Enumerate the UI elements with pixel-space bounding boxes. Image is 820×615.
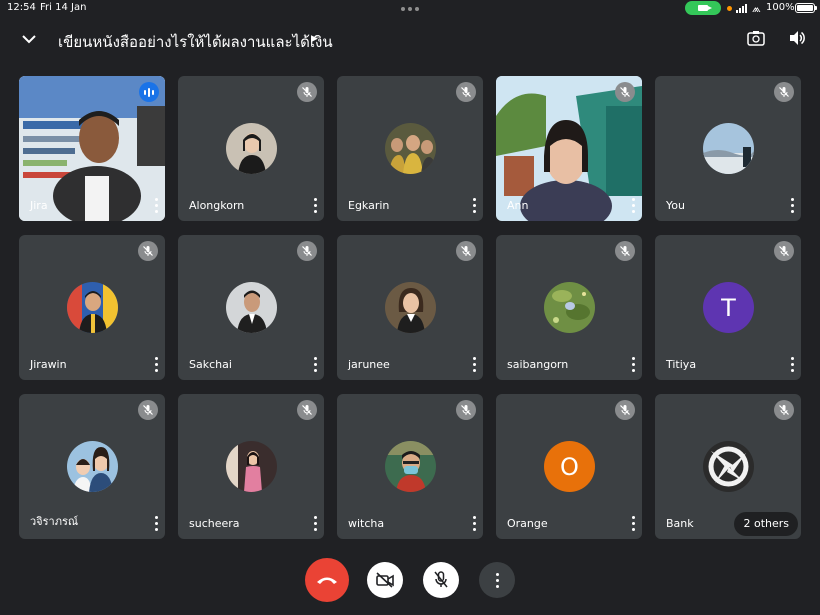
avatar <box>226 441 277 492</box>
participant-tile[interactable]: วจิราภรณ์ <box>19 394 165 539</box>
end-call-icon <box>317 577 337 584</box>
speaker-icon[interactable] <box>787 28 807 48</box>
more-vert-icon[interactable] <box>312 516 318 531</box>
battery-percent: 100% <box>766 2 795 13</box>
mic-off-icon <box>434 571 448 588</box>
status-time: 12:54 <box>7 2 36 13</box>
signal-icon <box>736 3 747 13</box>
camera-off-icon <box>376 572 394 588</box>
participant-name: witcha <box>348 517 385 530</box>
participant-tile[interactable]: Ann <box>496 76 642 221</box>
more-vert-icon[interactable] <box>312 198 318 213</box>
more-vert-icon[interactable] <box>630 516 636 531</box>
avatar-initial: T <box>703 282 754 333</box>
mic-off-icon <box>615 241 635 261</box>
more-vert-icon[interactable] <box>471 357 477 372</box>
battery-icon <box>795 3 817 13</box>
mic-off-icon <box>456 241 476 261</box>
avatar <box>385 441 436 492</box>
more-vert-icon[interactable] <box>471 198 477 213</box>
caret-right-icon[interactable]: ▶ <box>311 34 318 44</box>
wifi-icon: ⩕ <box>752 2 761 15</box>
speaking-indicator-icon <box>139 82 159 102</box>
logo-avatar-icon <box>703 441 754 492</box>
participant-name: Alongkorn <box>189 199 245 212</box>
more-vert-icon[interactable] <box>471 516 477 531</box>
more-vert-icon[interactable] <box>153 357 159 372</box>
participant-tile[interactable]: sucheera <box>178 394 324 539</box>
more-options-button[interactable] <box>479 562 515 598</box>
call-controls <box>0 556 820 604</box>
participant-tile[interactable]: Alongkorn <box>178 76 324 221</box>
participant-name: Orange <box>507 517 548 530</box>
end-call-button[interactable] <box>305 558 349 602</box>
more-vert-icon[interactable] <box>153 516 159 531</box>
mic-off-icon <box>297 241 317 261</box>
chevron-down-icon[interactable] <box>20 30 38 48</box>
mic-toggle-button[interactable] <box>423 562 459 598</box>
more-vert-icon[interactable] <box>789 357 795 372</box>
more-vert-icon[interactable] <box>153 198 159 213</box>
participant-name: Egkarin <box>348 199 390 212</box>
multitasking-dots-icon[interactable] <box>401 7 419 11</box>
participant-name: saibangorn <box>507 358 569 371</box>
participant-tile[interactable]: O Orange <box>496 394 642 539</box>
more-vert-icon[interactable] <box>312 357 318 372</box>
mic-off-icon <box>138 241 158 261</box>
participant-tile[interactable]: witcha <box>337 394 483 539</box>
participant-tile[interactable]: T Titiya <box>655 235 801 380</box>
participant-name: วจิราภรณ์ <box>30 515 79 528</box>
participant-name: Titiya <box>666 358 697 371</box>
more-vert-icon[interactable] <box>630 198 636 213</box>
participant-tile[interactable]: Jira <box>19 76 165 221</box>
avatar <box>385 123 436 174</box>
participant-name: Ann <box>507 199 529 212</box>
more-vert-icon[interactable] <box>630 357 636 372</box>
participant-tile[interactable]: You <box>655 76 801 221</box>
mic-off-icon <box>615 400 635 420</box>
participant-name: jarunee <box>348 358 390 371</box>
participant-name: You <box>666 199 685 212</box>
status-bar: 12:54 Fri 14 Jan ⩕ 100% <box>0 0 820 18</box>
mic-off-icon <box>297 82 317 102</box>
camera-toggle-button[interactable] <box>367 562 403 598</box>
mic-off-icon <box>774 82 794 102</box>
avatar-initial: O <box>544 441 595 492</box>
camera-in-use-indicator <box>685 1 721 15</box>
camera-icon <box>698 5 712 11</box>
meeting-title[interactable]: เขียนหนังสืออย่างไรให้ได้ผลงานและได้เงิน <box>58 30 333 54</box>
avatar <box>385 282 436 333</box>
participant-tile[interactable]: jarunee <box>337 235 483 380</box>
participant-tile[interactable]: Jirawin <box>19 235 165 380</box>
avatar <box>226 123 277 174</box>
avatar <box>544 282 595 333</box>
participant-name: Jira <box>30 199 48 212</box>
participant-grid: Jira Alongkorn Egkarin Ann You Jirawin S… <box>19 76 801 539</box>
mic-off-icon <box>456 400 476 420</box>
mic-off-icon <box>615 82 635 102</box>
status-date: Fri 14 Jan <box>40 2 87 13</box>
mic-off-icon <box>774 400 794 420</box>
switch-camera-icon[interactable] <box>746 28 766 48</box>
mic-off-icon <box>774 241 794 261</box>
mic-off-icon <box>297 400 317 420</box>
more-vert-icon[interactable] <box>789 198 795 213</box>
meeting-header: เขียนหนังสืออย่างไรให้ได้ผลงานและได้เงิน… <box>0 24 820 54</box>
participant-tile[interactable]: saibangorn <box>496 235 642 380</box>
avatar <box>226 282 277 333</box>
mic-in-use-dot <box>727 6 732 11</box>
avatar <box>67 282 118 333</box>
others-count-badge[interactable]: 2 others <box>734 512 798 536</box>
participant-name: Sakchai <box>189 358 232 371</box>
avatar <box>703 123 754 174</box>
mic-off-icon <box>138 400 158 420</box>
participant-tile[interactable]: Egkarin <box>337 76 483 221</box>
participant-name: sucheera <box>189 517 240 530</box>
participant-tile[interactable]: Bank 2 others <box>655 394 801 539</box>
participant-name: Bank <box>666 517 694 530</box>
avatar <box>67 441 118 492</box>
participant-name: Jirawin <box>30 358 67 371</box>
mic-off-icon <box>456 82 476 102</box>
participant-tile[interactable]: Sakchai <box>178 235 324 380</box>
